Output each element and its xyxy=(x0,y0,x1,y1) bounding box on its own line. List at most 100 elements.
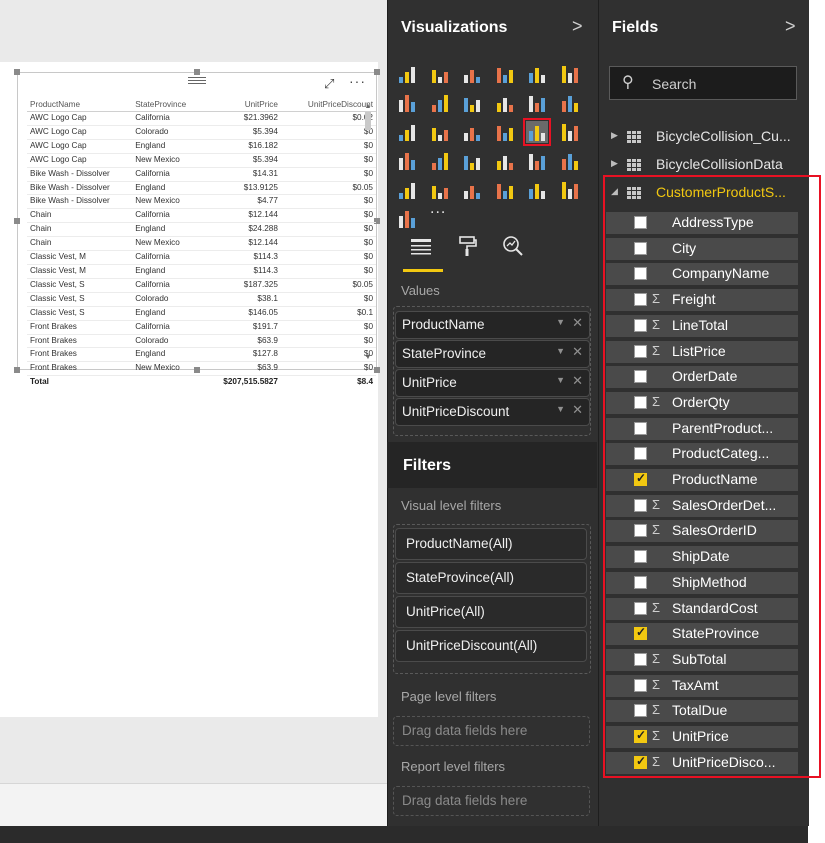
table-row[interactable]: Front Brakes England $127.8 $0 xyxy=(27,347,376,363)
table-row[interactable]: Front Brakes Colorado $63.9 $0 xyxy=(27,334,376,349)
matrix-icon[interactable] xyxy=(559,121,581,143)
kpi-icon[interactable] xyxy=(559,150,581,172)
glyph-bar xyxy=(561,182,566,199)
table-row[interactable]: Classic Vest, M California $114.3 $0 xyxy=(27,250,376,265)
table-row[interactable]: Front Brakes New Mexico $63.9 $0 xyxy=(27,361,376,377)
chevron-down-icon[interactable]: ▼ xyxy=(556,317,565,327)
treemap-icon[interactable] xyxy=(461,121,483,143)
filled-map-icon[interactable] xyxy=(396,150,418,172)
page-filters-dropzone[interactable]: Drag data fields here xyxy=(393,716,590,746)
remove-field-icon[interactable]: ✕ xyxy=(572,315,583,331)
collapsed-triangle-icon[interactable]: ▶ xyxy=(611,130,618,141)
gauge-icon[interactable] xyxy=(461,150,483,172)
slicer-icon[interactable] xyxy=(396,179,418,201)
table-row[interactable]: AWC Logo Cap England $16.182 $0 xyxy=(27,139,376,154)
focus-mode-icon[interactable]: ⤢ xyxy=(324,76,334,92)
table-row[interactable]: Bike Wash - Dissolver England $13.9125 $0.0… xyxy=(27,181,376,196)
table-row[interactable]: Bike Wash - Dissolver California $14.31 $0 xyxy=(27,167,376,182)
format-paint-roller-icon[interactable] xyxy=(449,233,485,269)
glyph-bar xyxy=(561,101,566,112)
table-icon[interactable] xyxy=(523,118,551,146)
table-row[interactable]: AWC Logo Cap Colorado $5.394 $0 xyxy=(27,125,376,140)
resize-handle[interactable] xyxy=(14,367,20,373)
table-row[interactable]: Front Brakes California $191.7 $0 xyxy=(27,320,376,335)
chevron-down-icon[interactable]: ▼ xyxy=(556,346,565,356)
clustered-bar-chart-icon[interactable] xyxy=(461,63,483,85)
scatter-chart-icon[interactable] xyxy=(396,121,418,143)
remove-field-icon[interactable]: ✕ xyxy=(572,402,583,418)
filter-unitprice[interactable]: UnitPrice(All) xyxy=(395,596,587,628)
value-well-productname[interactable]: ProductName ▼ ✕ xyxy=(395,311,590,339)
matrix-visual-icon[interactable] xyxy=(559,179,581,201)
donut-chart-icon[interactable] xyxy=(429,179,451,201)
value-well-stateprovince[interactable]: StateProvince ▼ ✕ xyxy=(395,340,590,368)
table-cell: $4.77 xyxy=(205,194,281,210)
column-header[interactable]: UnitPrice xyxy=(205,97,281,112)
analytics-magnifier-icon[interactable] xyxy=(495,233,531,269)
100-stacked-bar-chart-icon[interactable] xyxy=(526,63,548,85)
report-filters-dropzone[interactable]: Drag data fields here xyxy=(393,786,590,816)
more-visuals-icon[interactable]: ... xyxy=(430,200,446,218)
arcgis-map-icon[interactable] xyxy=(396,208,418,230)
table-row[interactable]: Classic Vest, S California $187.325 $0.05 xyxy=(27,278,376,293)
collapse-visualizations-icon[interactable]: > xyxy=(572,16,583,37)
line-clustered-column-chart-icon[interactable] xyxy=(526,92,548,114)
table-row[interactable]: Bike Wash - Dissolver New Mexico $4.77 $0 xyxy=(27,194,376,210)
table-row[interactable]: Classic Vest, S Colorado $38.1 $0 xyxy=(27,292,376,307)
column-header[interactable]: UnitPriceDiscount xyxy=(280,97,376,112)
funnel-icon[interactable] xyxy=(429,150,451,172)
drag-grip-icon[interactable] xyxy=(188,75,206,85)
resize-handle[interactable] xyxy=(374,69,380,75)
filter-productname[interactable]: ProductName(All) xyxy=(395,528,587,560)
collapse-fields-icon[interactable]: > xyxy=(785,16,796,37)
pie-chart-icon[interactable] xyxy=(429,121,451,143)
table-row[interactable]: Chain California $12.144 $0 xyxy=(27,208,376,224)
column-header[interactable]: StateProvince xyxy=(132,97,206,112)
stacked-bar-chart-icon[interactable] xyxy=(396,63,418,85)
table-row[interactable]: Chain New Mexico $12.144 $0 xyxy=(27,236,376,252)
card-icon[interactable] xyxy=(526,150,548,172)
more-options-icon[interactable]: ··· xyxy=(349,73,366,89)
value-well-unitpricediscount[interactable]: UnitPriceDiscount ▼ ✕ xyxy=(395,398,590,426)
table-row[interactable]: AWC Logo Cap New Mexico $5.394 $0 xyxy=(27,153,376,168)
glyph-bar xyxy=(496,68,501,83)
100-stacked-column-chart-icon[interactable] xyxy=(559,63,581,85)
stacked-column-chart-icon[interactable] xyxy=(429,63,451,85)
scroll-down-icon[interactable]: ▼ xyxy=(364,354,372,361)
globe-map-icon[interactable] xyxy=(494,121,516,143)
table-row[interactable]: AWC Logo Cap California $21.3962 $0.02 xyxy=(27,111,376,126)
table-cell: $114.3 xyxy=(205,250,281,265)
shape-map-icon[interactable] xyxy=(494,179,516,201)
collapsed-triangle-icon[interactable]: ▶ xyxy=(611,158,618,169)
line-column-chart-icon[interactable] xyxy=(494,92,516,114)
table-visual-icon[interactable] xyxy=(526,179,548,201)
table-cell: $5.394 xyxy=(205,153,281,168)
area-chart-icon[interactable] xyxy=(429,92,451,114)
stacked-area-chart-icon[interactable] xyxy=(461,92,483,114)
column-header[interactable]: ProductName xyxy=(27,97,133,112)
clustered-column-chart-icon[interactable] xyxy=(494,63,516,85)
table-row[interactable]: Classic Vest, M England $114.3 $0 xyxy=(27,264,376,279)
table-row[interactable]: Classic Vest, S England $146.05 $0.1 xyxy=(27,306,376,321)
table-visual[interactable]: ⤢ ··· ProductName StateProvince UnitPrice U… xyxy=(14,69,380,390)
scroll-up-icon[interactable]: ▲ xyxy=(364,103,372,110)
r-script-icon[interactable] xyxy=(461,179,483,201)
chevron-down-icon[interactable]: ▼ xyxy=(556,404,565,414)
fields-tab-icon[interactable] xyxy=(403,233,439,269)
vertical-scrollbar[interactable]: ▲ ▼ xyxy=(364,103,372,361)
filter-unitpricediscount[interactable]: UnitPriceDiscount(All) xyxy=(395,630,587,662)
resize-handle[interactable] xyxy=(14,69,20,75)
multi-row-card-icon[interactable] xyxy=(494,150,516,172)
line-chart-icon[interactable] xyxy=(396,92,418,114)
remove-field-icon[interactable]: ✕ xyxy=(572,373,583,389)
resize-handle[interactable] xyxy=(14,218,20,224)
table-row[interactable]: Chain England $24.288 $0 xyxy=(27,222,376,238)
value-well-unitprice[interactable]: UnitPrice ▼ ✕ xyxy=(395,369,590,397)
ribbon-chart-icon[interactable] xyxy=(559,92,581,114)
remove-field-icon[interactable]: ✕ xyxy=(572,344,583,360)
filter-stateprovince[interactable]: StateProvince(All) xyxy=(395,562,587,594)
search-input[interactable] xyxy=(650,73,794,95)
scroll-thumb[interactable] xyxy=(365,112,371,130)
chevron-down-icon[interactable]: ▼ xyxy=(556,375,565,385)
fields-search[interactable]: ⚲ xyxy=(609,66,797,100)
